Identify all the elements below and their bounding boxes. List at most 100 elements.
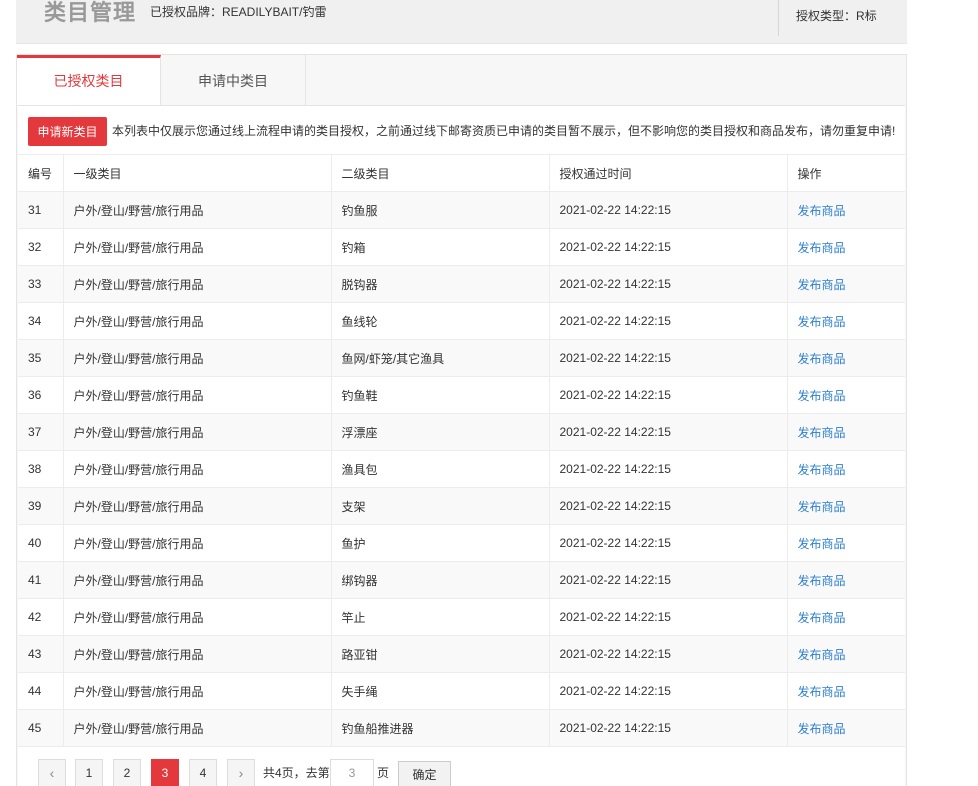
column-header-level2: 二级类目	[331, 154, 550, 192]
publish-product-link[interactable]: 发布商品	[798, 648, 846, 662]
cell-time: 2021-02-22 14:22:15	[549, 265, 788, 303]
cell-id: 33	[18, 265, 64, 303]
table-row: 38 户外/登山/野营/旅行用品 渔具包 2021-02-22 14:22:15 发布商…	[18, 450, 905, 488]
table-row: 42 户外/登山/野营/旅行用品 竿止 2021-02-22 14:22:15 发布商品	[18, 598, 905, 636]
page-jump-input[interactable]	[330, 759, 374, 786]
authorized-brand: 已授权品牌：READILYBAIT/钓雷	[150, 5, 327, 19]
page-button-2[interactable]: 2	[113, 759, 141, 786]
cell-level1: 户外/登山/野营/旅行用品	[63, 672, 332, 710]
cell-level1: 户外/登山/野营/旅行用品	[63, 709, 332, 747]
publish-product-link[interactable]: 发布商品	[798, 426, 846, 440]
cell-level1: 户外/登山/野营/旅行用品	[63, 598, 332, 636]
notice-text: 本列表中仅展示您通过线上流程申请的类目授权，之前通过线下邮寄资质已申请的类目暂不…	[112, 124, 896, 138]
cell-action: 发布商品	[787, 672, 905, 710]
cell-level2: 支架	[331, 487, 550, 525]
cell-time: 2021-02-22 14:22:15	[549, 302, 788, 340]
cell-action: 发布商品	[787, 302, 905, 340]
publish-product-link[interactable]: 发布商品	[798, 204, 846, 218]
publish-product-link[interactable]: 发布商品	[798, 278, 846, 292]
cell-level1: 户外/登山/野营/旅行用品	[63, 265, 332, 303]
publish-product-link[interactable]: 发布商品	[798, 463, 846, 477]
cell-level2: 浮漂座	[331, 413, 550, 451]
cell-level1: 户外/登山/野营/旅行用品	[63, 487, 332, 525]
cell-id: 42	[18, 598, 64, 636]
tab-pending-categories[interactable]: 申请中类目	[161, 55, 306, 105]
table-row: 37 户外/登山/野营/旅行用品 浮漂座 2021-02-22 14:22:15 发布商…	[18, 413, 905, 451]
cell-id: 34	[18, 302, 64, 340]
publish-product-link[interactable]: 发布商品	[798, 685, 846, 699]
apply-new-category-button[interactable]: 申请新类目	[28, 117, 107, 146]
cell-level1: 户外/登山/野营/旅行用品	[63, 561, 332, 599]
cell-id: 44	[18, 672, 64, 710]
page-label: 页	[377, 766, 390, 780]
cell-id: 45	[18, 709, 64, 747]
cell-level1: 户外/登山/野营/旅行用品	[63, 228, 332, 266]
publish-product-link[interactable]: 发布商品	[798, 722, 846, 736]
publish-product-link[interactable]: 发布商品	[798, 574, 846, 588]
cell-level2: 鱼护	[331, 524, 550, 562]
page-jump-confirm-button[interactable]: 确定	[398, 761, 451, 786]
category-panel: 已授权类目 申请中类目 申请新类目 本列表中仅展示您通过线上流程申请的类目授权，…	[16, 54, 907, 786]
cell-action: 发布商品	[787, 598, 905, 636]
publish-product-link[interactable]: 发布商品	[798, 389, 846, 403]
publish-product-link[interactable]: 发布商品	[798, 500, 846, 514]
column-header-level1: 一级类目	[63, 154, 332, 192]
page-button-1[interactable]: 1	[75, 759, 103, 786]
cell-time: 2021-02-22 14:22:15	[549, 450, 788, 488]
publish-product-link[interactable]: 发布商品	[798, 611, 846, 625]
cell-level1: 户外/登山/野营/旅行用品	[63, 413, 332, 451]
cell-action: 发布商品	[787, 191, 905, 229]
cell-time: 2021-02-22 14:22:15	[549, 709, 788, 747]
cell-id: 32	[18, 228, 64, 266]
cell-level1: 户外/登山/野营/旅行用品	[63, 450, 332, 488]
publish-product-link[interactable]: 发布商品	[798, 315, 846, 329]
cell-level1: 户外/登山/野营/旅行用品	[63, 339, 332, 377]
table-row: 41 户外/登山/野营/旅行用品 绑钩器 2021-02-22 14:22:15 发布商…	[18, 561, 905, 599]
cell-id: 36	[18, 376, 64, 414]
cell-action: 发布商品	[787, 376, 905, 414]
cell-level2: 竿止	[331, 598, 550, 636]
cell-level1: 户外/登山/野营/旅行用品	[63, 376, 332, 414]
cell-level2: 绑钩器	[331, 561, 550, 599]
tab-bar: 已授权类目 申请中类目	[17, 55, 906, 105]
table-row: 34 户外/登山/野营/旅行用品 鱼线轮 2021-02-22 14:22:15 发布商…	[18, 302, 905, 340]
chevron-left-icon[interactable]: ‹	[38, 759, 66, 786]
publish-product-link[interactable]: 发布商品	[798, 537, 846, 551]
page-button-4[interactable]: 4	[189, 759, 217, 786]
page-title: 类目管理	[44, 0, 137, 25]
table-row: 33 户外/登山/野营/旅行用品 脱钩器 2021-02-22 14:22:15 发布商…	[18, 265, 905, 303]
table-row: 44 户外/登山/野营/旅行用品 失手绳 2021-02-22 14:22:15 发布商…	[18, 672, 905, 710]
cell-level2: 鱼网/虾笼/其它渔具	[331, 339, 550, 377]
category-table: 编号 一级类目 二级类目 授权通过时间 操作 31 户外/登山/野营/旅行用品 钓鱼…	[18, 154, 905, 747]
cell-id: 35	[18, 339, 64, 377]
cell-action: 发布商品	[787, 524, 905, 562]
cell-time: 2021-02-22 14:22:15	[549, 524, 788, 562]
table-row: 35 户外/登山/野营/旅行用品 鱼网/虾笼/其它渔具 2021-02-22 14:2…	[18, 339, 905, 377]
column-header-id: 编号	[18, 154, 64, 192]
page-button-3[interactable]: 3	[151, 759, 179, 786]
cell-action: 发布商品	[787, 561, 905, 599]
publish-product-link[interactable]: 发布商品	[798, 352, 846, 366]
cell-level1: 户外/登山/野营/旅行用品	[63, 635, 332, 673]
cell-id: 38	[18, 450, 64, 488]
cell-action: 发布商品	[787, 450, 905, 488]
cell-time: 2021-02-22 14:22:15	[549, 339, 788, 377]
publish-product-link[interactable]: 发布商品	[798, 241, 846, 255]
cell-level2: 鱼线轮	[331, 302, 550, 340]
cell-level2: 钓鱼服	[331, 191, 550, 229]
cell-time: 2021-02-22 14:22:15	[549, 672, 788, 710]
chevron-right-icon[interactable]: ›	[227, 759, 255, 786]
cell-id: 40	[18, 524, 64, 562]
column-header-time: 授权通过时间	[549, 154, 788, 192]
cell-id: 37	[18, 413, 64, 451]
cell-time: 2021-02-22 14:22:15	[549, 487, 788, 525]
table-row: 32 户外/登山/野营/旅行用品 钓箱 2021-02-22 14:22:15 发布商品	[18, 228, 905, 266]
cell-time: 2021-02-22 14:22:15	[549, 598, 788, 636]
tab-authorized-categories[interactable]: 已授权类目	[17, 55, 161, 105]
cell-action: 发布商品	[787, 265, 905, 303]
cell-time: 2021-02-22 14:22:15	[549, 413, 788, 451]
cell-time: 2021-02-22 14:22:15	[549, 635, 788, 673]
cell-action: 发布商品	[787, 228, 905, 266]
tab-content: 申请新类目 本列表中仅展示您通过线上流程申请的类目授权，之前通过线下邮寄资质已申…	[18, 105, 905, 786]
cell-level2: 脱钩器	[331, 265, 550, 303]
